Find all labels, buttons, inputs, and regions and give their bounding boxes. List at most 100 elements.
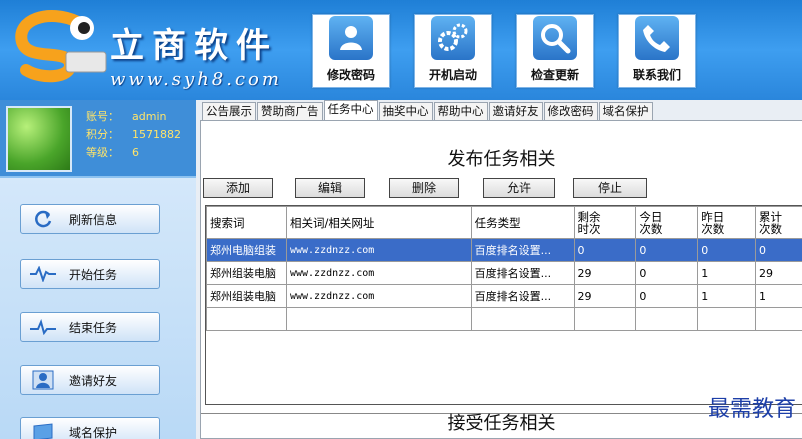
cell-keyword: 郑州组装电脑 bbox=[206, 284, 287, 308]
account-value: admin bbox=[132, 110, 167, 123]
cell-remaining: 0 bbox=[573, 238, 637, 262]
cell-keyword: 郑州组装电脑 bbox=[206, 261, 287, 285]
cell-remaining: 29 bbox=[573, 284, 637, 308]
refresh-icon bbox=[29, 209, 57, 229]
tab-help-center[interactable]: 帮助中心 bbox=[433, 102, 488, 120]
check-update-button[interactable]: 检查更新 bbox=[516, 14, 594, 88]
col-yesterday[interactable]: 昨日 次数 bbox=[697, 206, 757, 239]
tab-bar: 公告展示 赞助商广告 任务中心 抽奖中心 帮助中心 邀请好友 修改密码 域名保护 bbox=[202, 100, 654, 120]
cell-yesterday bbox=[697, 307, 757, 331]
gears-icon bbox=[431, 16, 475, 60]
tab-lottery-center[interactable]: 抽奖中心 bbox=[378, 102, 433, 120]
domain-protect-button[interactable]: 域名保护 bbox=[20, 417, 160, 439]
cell-remaining: 29 bbox=[573, 261, 637, 285]
cell-related: www.zzdnzz.com bbox=[285, 284, 472, 308]
account-label: 账号： bbox=[86, 110, 119, 123]
left-panel: 账号： admin 积分： 1571882 等级： 6 刷新信息 开始任务 结束任务 … bbox=[0, 100, 196, 439]
cell-yesterday: 1 bbox=[697, 261, 757, 285]
auto-start-label: 开机启动 bbox=[428, 68, 477, 82]
cell-remaining bbox=[573, 307, 637, 331]
magnifier-icon bbox=[533, 16, 577, 60]
level-value: 6 bbox=[132, 146, 139, 159]
table-header-row: 搜索词 相关词/相关网址 任务类型 剩余 时次 今日 次数 昨日 次数 累计 次… bbox=[206, 206, 802, 239]
domain-protect-label: 域名保护 bbox=[69, 425, 118, 439]
cell-yesterday: 1 bbox=[697, 284, 757, 308]
heartbeat-icon bbox=[29, 317, 57, 337]
delete-button[interactable]: 删除 bbox=[389, 178, 459, 198]
contact-us-button[interactable]: 联系我们 bbox=[618, 14, 696, 88]
tab-invite-friends[interactable]: 邀请好友 bbox=[488, 102, 543, 120]
cell-today: 0 bbox=[635, 261, 699, 285]
cell-today bbox=[635, 307, 699, 331]
refresh-info-button[interactable]: 刷新信息 bbox=[20, 204, 160, 234]
table-row[interactable]: 郑州组装电脑 www.zzdnzz.com 百度排名设置... 29 0 1 2… bbox=[206, 261, 802, 285]
cell-total: 29 bbox=[755, 261, 802, 285]
contact-us-label: 联系我们 bbox=[632, 68, 681, 82]
change-password-button[interactable]: 修改密码 bbox=[312, 14, 390, 88]
tab-change-password[interactable]: 修改密码 bbox=[543, 102, 598, 120]
points-value: 1571882 bbox=[132, 128, 181, 141]
watermark: 最需教育 bbox=[707, 397, 796, 422]
col-keyword[interactable]: 搜索词 bbox=[206, 206, 287, 239]
avatar bbox=[6, 106, 72, 172]
invite-friends-label: 邀请好友 bbox=[69, 373, 118, 388]
level-label: 等级： bbox=[86, 146, 119, 159]
col-today[interactable]: 今日 次数 bbox=[635, 206, 699, 239]
stop-button[interactable]: 停止 bbox=[573, 178, 647, 198]
start-task-label: 开始任务 bbox=[69, 267, 118, 282]
tab-announcements[interactable]: 公告展示 bbox=[202, 102, 256, 120]
table-row[interactable]: 郑州电脑组装 www.zzdnzz.com 百度排名设置... 0 0 0 0 bbox=[206, 238, 802, 262]
brand-url: www.syh8.com bbox=[110, 69, 282, 90]
start-task-button[interactable]: 开始任务 bbox=[20, 259, 160, 289]
allow-button[interactable]: 允许 bbox=[483, 178, 555, 198]
cell-total: 1 bbox=[755, 284, 802, 308]
person-wrench-icon bbox=[329, 16, 373, 60]
refresh-info-label: 刷新信息 bbox=[69, 212, 118, 227]
col-related[interactable]: 相关词/相关网址 bbox=[285, 206, 472, 239]
end-task-label: 结束任务 bbox=[69, 320, 118, 335]
cell-task-type: 百度排名设置... bbox=[470, 261, 575, 285]
brand: 立商软件 www.syh8.com bbox=[110, 18, 282, 90]
cell-keyword: 郑州电脑组装 bbox=[206, 238, 287, 262]
cell-task-type bbox=[470, 307, 575, 331]
cell-related bbox=[285, 307, 472, 331]
add-button[interactable]: 添加 bbox=[203, 178, 273, 198]
cell-related: www.zzdnzz.com bbox=[285, 238, 472, 262]
cell-related: www.zzdnzz.com bbox=[285, 261, 472, 285]
publish-task-table: 搜索词 相关词/相关网址 任务类型 剩余 时次 今日 次数 昨日 次数 累计 次… bbox=[205, 205, 802, 405]
cell-total bbox=[755, 307, 802, 331]
shield-icon bbox=[29, 422, 57, 439]
table-row[interactable] bbox=[206, 307, 802, 331]
cell-total: 0 bbox=[755, 238, 802, 262]
cell-today: 0 bbox=[635, 238, 699, 262]
main-area: 公告展示 赞助商广告 任务中心 抽奖中心 帮助中心 邀请好友 修改密码 域名保护… bbox=[196, 100, 802, 439]
publish-section-title: 发布任务相关 bbox=[447, 149, 556, 170]
tab-sponsor-ads[interactable]: 赞助商广告 bbox=[257, 102, 323, 120]
cell-keyword bbox=[206, 307, 287, 331]
cell-yesterday: 0 bbox=[697, 238, 757, 262]
auto-start-button[interactable]: 开机启动 bbox=[414, 14, 492, 88]
invite-friends-button[interactable]: 邀请好友 bbox=[20, 365, 160, 395]
cell-task-type: 百度排名设置... bbox=[470, 238, 575, 262]
end-task-button[interactable]: 结束任务 bbox=[20, 312, 160, 342]
user-info: 账号： admin 积分： 1571882 等级： 6 bbox=[86, 108, 181, 162]
change-password-label: 修改密码 bbox=[326, 68, 375, 82]
table-row[interactable]: 郑州组装电脑 www.zzdnzz.com 百度排名设置... 29 0 1 1 bbox=[206, 284, 802, 308]
edit-button[interactable]: 编辑 bbox=[295, 178, 365, 198]
cell-today: 0 bbox=[635, 284, 699, 308]
cell-task-type: 百度排名设置... bbox=[470, 284, 575, 308]
app-header: 立商软件 www.syh8.com 修改密码 开机启动 检查更新 联系我们 bbox=[0, 0, 802, 100]
brand-name: 立商软件 bbox=[110, 26, 278, 66]
points-label: 积分： bbox=[86, 128, 119, 141]
tab-domain-protect[interactable]: 域名保护 bbox=[598, 102, 653, 120]
col-total[interactable]: 累计 次数 bbox=[755, 206, 802, 239]
col-remaining[interactable]: 剩余 时次 bbox=[573, 206, 637, 239]
col-task-type[interactable]: 任务类型 bbox=[470, 206, 575, 239]
check-update-label: 检查更新 bbox=[530, 68, 579, 82]
phone-icon bbox=[635, 16, 679, 60]
user-info-box: 账号： admin 积分： 1571882 等级： 6 bbox=[0, 100, 196, 178]
logo-icon bbox=[15, 10, 107, 83]
users-icon bbox=[29, 370, 57, 390]
pulse-icon bbox=[29, 264, 57, 284]
tab-task-center[interactable]: 任务中心 bbox=[323, 100, 378, 120]
